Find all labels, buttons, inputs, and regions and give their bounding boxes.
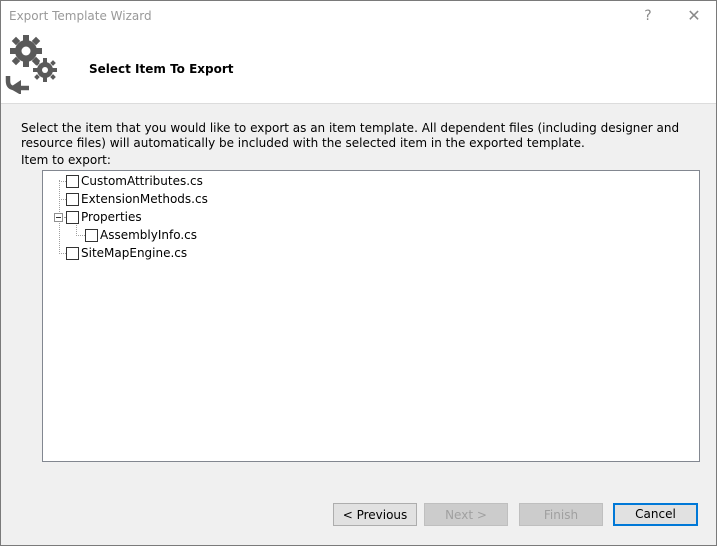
item-to-export-label: Item to export: bbox=[21, 153, 111, 167]
checkbox[interactable] bbox=[66, 175, 79, 188]
tree-item-properties[interactable]: Properties bbox=[43, 209, 243, 225]
checkbox[interactable] bbox=[66, 247, 79, 260]
checkbox[interactable] bbox=[85, 229, 98, 242]
help-button[interactable]: ? bbox=[631, 5, 665, 27]
checkbox[interactable] bbox=[66, 211, 79, 224]
tree-item-label: SiteMapEngine.cs bbox=[81, 246, 188, 260]
instructions-text: Select the item that you would like to e… bbox=[21, 121, 680, 150]
tree-item-assemblyinfo[interactable]: AssemblyInfo.cs bbox=[43, 227, 243, 243]
item-tree-view[interactable]: CustomAttributes.cs ExtensionMethods.cs … bbox=[42, 170, 700, 462]
finish-button[interactable]: Finish bbox=[519, 503, 603, 526]
tree-item-label: CustomAttributes.cs bbox=[81, 174, 203, 188]
cancel-button[interactable]: Cancel bbox=[613, 503, 698, 526]
collapse-icon[interactable] bbox=[54, 213, 63, 222]
title-bar: Export Template Wizard ? ✕ bbox=[1, 1, 716, 31]
tree-item-sitemapengine[interactable]: SiteMapEngine.cs bbox=[43, 245, 243, 261]
tree-item-customattributes[interactable]: CustomAttributes.cs bbox=[43, 173, 243, 189]
wizard-header: Select Item To Export bbox=[1, 31, 716, 104]
previous-button[interactable]: < Previous bbox=[333, 503, 417, 526]
tree-item-label: Properties bbox=[81, 210, 142, 224]
window-title: Export Template Wizard bbox=[9, 9, 152, 23]
checkbox[interactable] bbox=[66, 193, 79, 206]
close-button[interactable]: ✕ bbox=[677, 5, 711, 27]
next-button[interactable]: Next > bbox=[424, 503, 508, 526]
tree-item-label: ExtensionMethods.cs bbox=[81, 192, 208, 206]
page-title: Select Item To Export bbox=[89, 62, 234, 76]
export-template-wizard-window: Export Template Wizard ? ✕ Select Item T… bbox=[0, 0, 717, 546]
gears-export-icon bbox=[5, 35, 57, 94]
tree-item-label: AssemblyInfo.cs bbox=[100, 228, 198, 242]
tree-item-extensionmethods[interactable]: ExtensionMethods.cs bbox=[43, 191, 243, 207]
